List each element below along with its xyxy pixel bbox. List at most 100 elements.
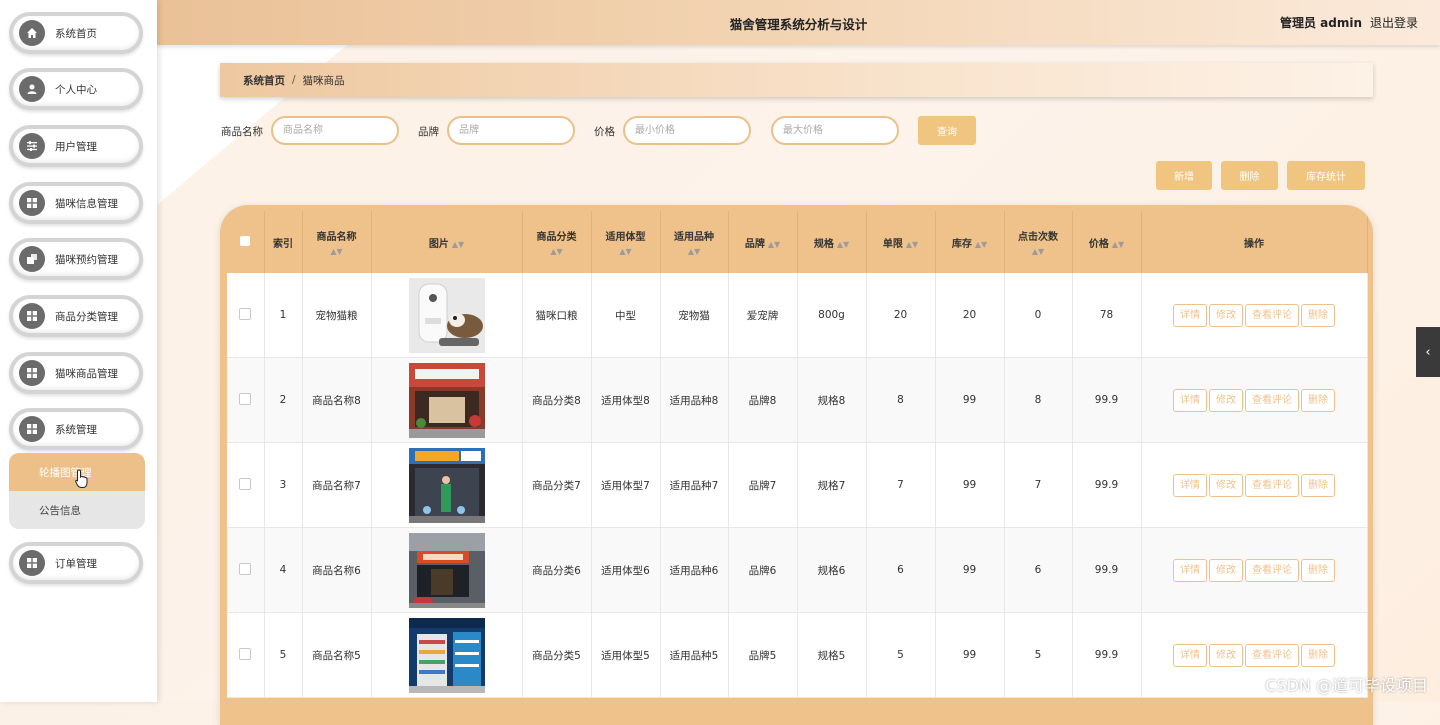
column-header-category[interactable]: 商品分类 ▲▼: [522, 211, 592, 273]
cell-image: [371, 442, 523, 528]
column-header-name[interactable]: 商品名称 ▲▼: [302, 211, 372, 273]
select-all-checkbox[interactable]: [240, 235, 251, 246]
cell-size: 适用体型7: [591, 442, 661, 528]
sort-icon[interactable]: ▲▼: [975, 240, 987, 249]
cell-index: 1: [264, 273, 303, 358]
top-header: 猫舍管理系统分析与设计 管理员 admin 退出登录: [157, 0, 1440, 45]
home-icon: [19, 20, 45, 46]
sidebar-item-cat-booking[interactable]: 猫咪预约管理: [9, 238, 143, 280]
delete-row-button[interactable]: 删除: [1301, 643, 1335, 667]
row-checkbox[interactable]: [239, 477, 252, 490]
query-button[interactable]: 查询: [918, 116, 976, 145]
column-header-clicks[interactable]: 点击次数 ▲▼: [1004, 211, 1073, 273]
edit-button[interactable]: 修改: [1209, 643, 1243, 667]
detail-button[interactable]: 详情: [1173, 473, 1207, 497]
cell-size: 适用体型8: [591, 357, 661, 443]
row-select-cell[interactable]: [227, 527, 265, 613]
edit-button[interactable]: 修改: [1209, 388, 1243, 412]
column-header-breed[interactable]: 适用品种 ▲▼: [660, 211, 729, 273]
sidebar-item-profile[interactable]: 个人中心: [9, 68, 143, 110]
cell-price: 78: [1072, 273, 1142, 358]
sidebar-item-label: 系统管理: [55, 423, 97, 436]
detail-button[interactable]: 详情: [1173, 303, 1207, 327]
sidebar-item-products[interactable]: 猫咪商品管理: [9, 352, 143, 394]
row-checkbox[interactable]: [239, 392, 252, 405]
edit-button[interactable]: 修改: [1209, 303, 1243, 327]
row-checkbox[interactable]: [239, 307, 252, 320]
logout-link[interactable]: 退出登录: [1370, 14, 1418, 31]
sidebar-item-system[interactable]: 系统管理: [9, 408, 143, 450]
column-header-actions: 操作: [1141, 211, 1368, 273]
breadcrumb-home[interactable]: 系统首页: [243, 73, 285, 88]
brand-filter-input[interactable]: [447, 116, 575, 145]
stock-stats-button[interactable]: 库存统计: [1287, 161, 1365, 190]
collapse-panel-toggle[interactable]: ‹: [1416, 327, 1440, 377]
column-header-size[interactable]: 适用体型 ▲▼: [591, 211, 661, 273]
detail-button[interactable]: 详情: [1173, 388, 1207, 412]
breadcrumb-current: 猫咪商品: [302, 74, 345, 87]
grid-icon: [19, 303, 45, 329]
view-comments-button[interactable]: 查看评论: [1245, 558, 1299, 582]
product-image: [408, 447, 485, 523]
column-header-image[interactable]: 图片 ▲▼: [371, 211, 523, 273]
row-select-cell[interactable]: [227, 612, 265, 698]
sort-icon[interactable]: ▲▼: [452, 240, 464, 249]
column-header-stock[interactable]: 库存 ▲▼: [935, 211, 1005, 273]
edit-button[interactable]: 修改: [1209, 473, 1243, 497]
view-comments-button[interactable]: 查看评论: [1245, 303, 1299, 327]
detail-button[interactable]: 详情: [1173, 558, 1207, 582]
delete-row-button[interactable]: 删除: [1301, 388, 1335, 412]
row-select-cell[interactable]: [227, 357, 265, 443]
sidebar-item-category[interactable]: 商品分类管理: [9, 295, 143, 337]
sidebar-item-cat-info[interactable]: 猫咪信息管理: [9, 182, 143, 224]
cell-index: 2: [264, 357, 303, 443]
sort-icon[interactable]: ▲▼: [661, 247, 728, 257]
cell-image: [371, 357, 523, 443]
sort-icon[interactable]: ▲▼: [768, 240, 780, 249]
column-header-brand[interactable]: 品牌 ▲▼: [728, 211, 798, 273]
cell-price: 99.9: [1072, 442, 1142, 528]
column-header-label: 点击次数: [1018, 231, 1058, 243]
sort-icon[interactable]: ▲▼: [303, 247, 371, 257]
column-header-limit[interactable]: 单限 ▲▼: [866, 211, 936, 273]
cell-actions: 详情 修改 查看评论 删除: [1141, 442, 1368, 528]
sidebar-item-users[interactable]: 用户管理: [9, 125, 143, 167]
cell-breed: 宠物猫: [660, 273, 729, 358]
cell-category: 猫咪口粮: [522, 273, 592, 358]
sort-icon[interactable]: ▲▼: [906, 240, 918, 249]
sort-icon[interactable]: ▲▼: [523, 247, 591, 257]
cell-brand: 爱宠牌: [728, 273, 798, 358]
row-checkbox[interactable]: [239, 562, 252, 575]
delete-row-button[interactable]: 删除: [1301, 473, 1335, 497]
sidebar: 系统首页 个人中心 用户管理 猫咪信息管理 猫咪预约管理 商品分类管理 猫咪商品…: [0, 0, 157, 702]
add-button[interactable]: 新增: [1156, 161, 1212, 190]
sliders-icon: [19, 133, 45, 159]
sidebar-item-home[interactable]: 系统首页: [9, 12, 143, 54]
max-price-input[interactable]: [771, 116, 899, 145]
sort-icon[interactable]: ▲▼: [1112, 240, 1124, 249]
row-checkbox[interactable]: [239, 647, 252, 660]
cell-name: 商品名称8: [302, 357, 372, 443]
sort-icon[interactable]: ▲▼: [837, 240, 849, 249]
view-comments-button[interactable]: 查看评论: [1245, 388, 1299, 412]
sidebar-subitem-notice[interactable]: 公告信息: [9, 491, 145, 529]
column-header-spec[interactable]: 规格 ▲▼: [797, 211, 867, 273]
detail-button[interactable]: 详情: [1173, 643, 1207, 667]
view-comments-button[interactable]: 查看评论: [1245, 473, 1299, 497]
row-select-cell[interactable]: [227, 273, 265, 358]
name-filter-input[interactable]: [271, 116, 399, 145]
select-all-cell[interactable]: [227, 211, 265, 273]
delete-row-button[interactable]: 删除: [1301, 558, 1335, 582]
sort-icon[interactable]: ▲▼: [592, 247, 660, 257]
column-header-price[interactable]: 价格 ▲▼: [1072, 211, 1142, 273]
sidebar-item-orders[interactable]: 订单管理: [9, 542, 143, 584]
sort-icon[interactable]: ▲▼: [1005, 247, 1072, 257]
cell-clicks: 7: [1004, 442, 1073, 528]
cell-limit: 7: [866, 442, 936, 528]
delete-row-button[interactable]: 删除: [1301, 303, 1335, 327]
view-comments-button[interactable]: 查看评论: [1245, 643, 1299, 667]
edit-button[interactable]: 修改: [1209, 558, 1243, 582]
delete-button[interactable]: 删除: [1221, 161, 1278, 190]
min-price-input[interactable]: [623, 116, 751, 145]
row-select-cell[interactable]: [227, 442, 265, 528]
